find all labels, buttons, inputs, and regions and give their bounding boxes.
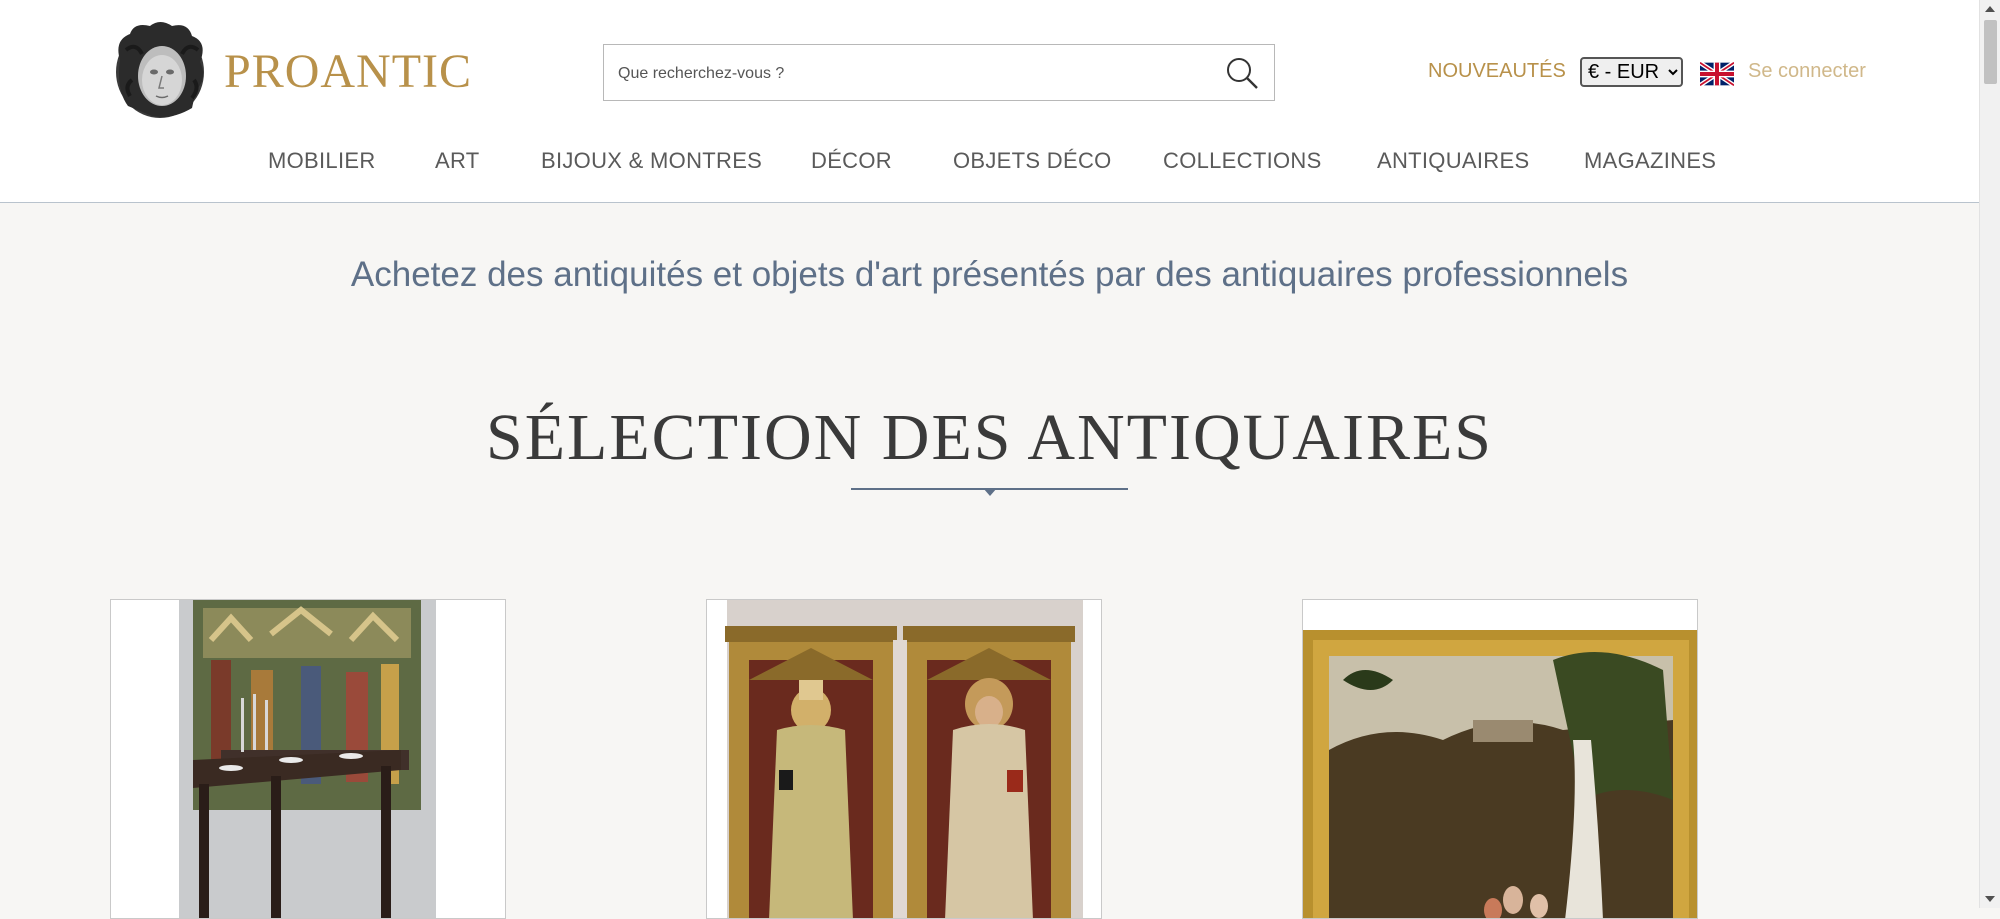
nav-item-collections[interactable]: COLLECTIONS [1163,148,1322,174]
nav-item-magazines[interactable]: MAGAZINES [1584,148,1716,174]
search-box [603,44,1275,102]
section-title: SÉLECTION DES ANTIQUAIRES [486,401,1493,474]
page-tagline: Achetez des antiquités et objets d'art p… [350,255,1629,294]
product-image[interactable] [111,600,506,919]
medusa-head-logo[interactable] [112,20,208,122]
new-items-link[interactable]: NOUVEAUTÉS [1428,60,1566,83]
scroll-up-arrow-icon[interactable] [1985,6,1995,12]
site-header: PROANTIC NOUVEAUTÉS € - EUR Se connecter… [0,0,1979,203]
product-card[interactable] [706,599,1102,919]
product-image[interactable] [1303,600,1698,919]
brand-name[interactable]: PROANTIC [224,44,472,99]
search-input[interactable] [616,45,1200,102]
scroll-down-arrow-icon[interactable] [1985,896,1995,902]
uk-flag-icon[interactable] [1700,62,1734,86]
currency-select[interactable]: € - EUR [1580,57,1683,87]
product-card[interactable] [110,599,506,919]
product-card[interactable] [1302,599,1698,919]
login-link[interactable]: Se connecter [1748,60,1866,83]
nav-item-antiquaires[interactable]: ANTIQUAIRES [1377,148,1529,174]
nav-item-art[interactable]: ART [435,148,480,174]
search-icon[interactable] [1224,55,1260,91]
scroll-thumb[interactable] [1984,20,1997,84]
product-image[interactable] [707,600,1102,919]
main-nav: MOBILIER ART BIJOUX & MONTRES DÉCOR OBJE… [0,148,1979,178]
nav-item-objets-deco[interactable]: OBJETS DÉCO [953,148,1112,174]
nav-item-decor[interactable]: DÉCOR [811,148,892,174]
title-divider-marker [983,488,997,496]
nav-item-bijoux-montres[interactable]: BIJOUX & MONTRES [541,148,762,174]
page-scrollbar[interactable] [1979,0,2000,908]
nav-item-mobilier[interactable]: MOBILIER [268,148,376,174]
